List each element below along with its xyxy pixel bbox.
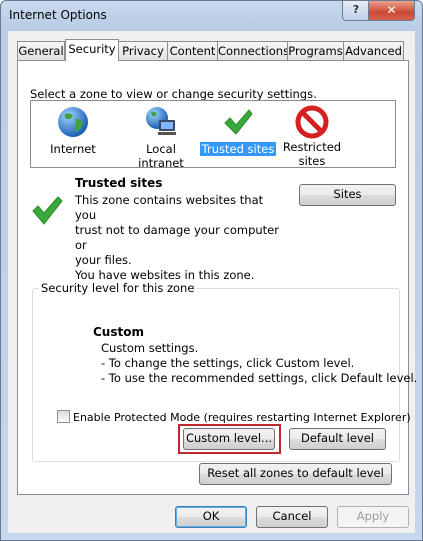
zone-local-intranet[interactable]: Local intranet xyxy=(121,105,201,170)
tab-connections[interactable]: Connections xyxy=(217,41,289,60)
title-bar[interactable]: Internet Options ? ✕ xyxy=(1,1,422,29)
apply-button[interactable]: Apply xyxy=(337,506,409,528)
protected-mode-row[interactable]: Enable Protected Mode (requires restarti… xyxy=(57,410,411,424)
help-button[interactable]: ? xyxy=(342,1,370,21)
security-tab-panel: Select a zone to view or change security… xyxy=(17,60,417,495)
ok-button[interactable]: OK xyxy=(175,506,247,528)
zone-internet[interactable]: Internet xyxy=(33,105,113,156)
sites-button[interactable]: Sites xyxy=(299,184,396,206)
custom-level-button[interactable]: Custom level... xyxy=(183,428,275,450)
tab-privacy[interactable]: Privacy xyxy=(118,41,168,60)
zone-label-restricted-sites: Restricted sites xyxy=(281,140,343,168)
security-level-group: Security level for this zone Custom Cust… xyxy=(32,281,417,462)
selected-zone-description: This zone contains websites that you tru… xyxy=(75,193,285,283)
level-desc-line: - To change the settings, click Custom l… xyxy=(101,356,355,370)
zone-desc-line: your files. xyxy=(75,253,132,267)
default-level-button[interactable]: Default level xyxy=(289,428,386,450)
tab-programs[interactable]: Programs xyxy=(287,41,344,60)
reset-all-zones-button[interactable]: Reset all zones to default level xyxy=(199,463,392,485)
zone-prompt: Select a zone to view or change security… xyxy=(30,87,317,101)
zone-label-trusted-sites: Trusted sites xyxy=(199,142,277,156)
zone-label-internet: Internet xyxy=(50,142,96,156)
zone-list[interactable]: Internet Local intranet Trusted sites Re… xyxy=(30,100,396,170)
close-button[interactable]: ✕ xyxy=(368,1,415,21)
security-level-description: Custom settings. - To change the setting… xyxy=(101,341,417,386)
protected-mode-label[interactable]: Enable Protected Mode (requires restarti… xyxy=(73,411,411,424)
selected-zone-title: Trusted sites xyxy=(75,176,163,190)
security-level-title: Custom xyxy=(93,325,144,339)
dialog-client-area: General Security Privacy Content Connect… xyxy=(8,31,417,533)
tab-content[interactable]: Content xyxy=(167,41,218,60)
level-desc-line: - To use the recommended settings, click… xyxy=(101,371,418,385)
checkmark-icon xyxy=(224,109,253,135)
zone-restricted-sites[interactable]: Restricted sites xyxy=(272,105,352,168)
protected-mode-checkbox[interactable] xyxy=(57,410,70,423)
zone-label-restricted-line1: Restricted xyxy=(282,140,342,154)
tab-general[interactable]: General xyxy=(17,41,65,60)
tab-security[interactable]: Security xyxy=(65,39,119,61)
no-entry-icon xyxy=(295,105,329,139)
internet-options-window: Internet Options ? ✕ General Security Pr… xyxy=(0,0,423,541)
zone-desc-line: This zone contains websites that you xyxy=(75,193,264,222)
globe-icon xyxy=(58,107,88,137)
zone-label-local-intranet: Local intranet xyxy=(138,142,184,170)
window-title: Internet Options xyxy=(9,8,107,22)
zone-checkmark-icon xyxy=(32,196,63,225)
level-desc-line: Custom settings. xyxy=(101,341,199,355)
zone-desc-line: trust not to damage your computer or xyxy=(75,223,279,252)
zone-trusted-sites[interactable]: Trusted sites xyxy=(198,105,278,156)
tab-advanced[interactable]: Advanced xyxy=(343,41,404,60)
security-level-group-label: Security level for this zone xyxy=(39,281,197,295)
intranet-icon xyxy=(146,107,176,135)
cancel-button[interactable]: Cancel xyxy=(256,506,328,528)
zone-label-restricted-line2: sites xyxy=(298,154,326,168)
